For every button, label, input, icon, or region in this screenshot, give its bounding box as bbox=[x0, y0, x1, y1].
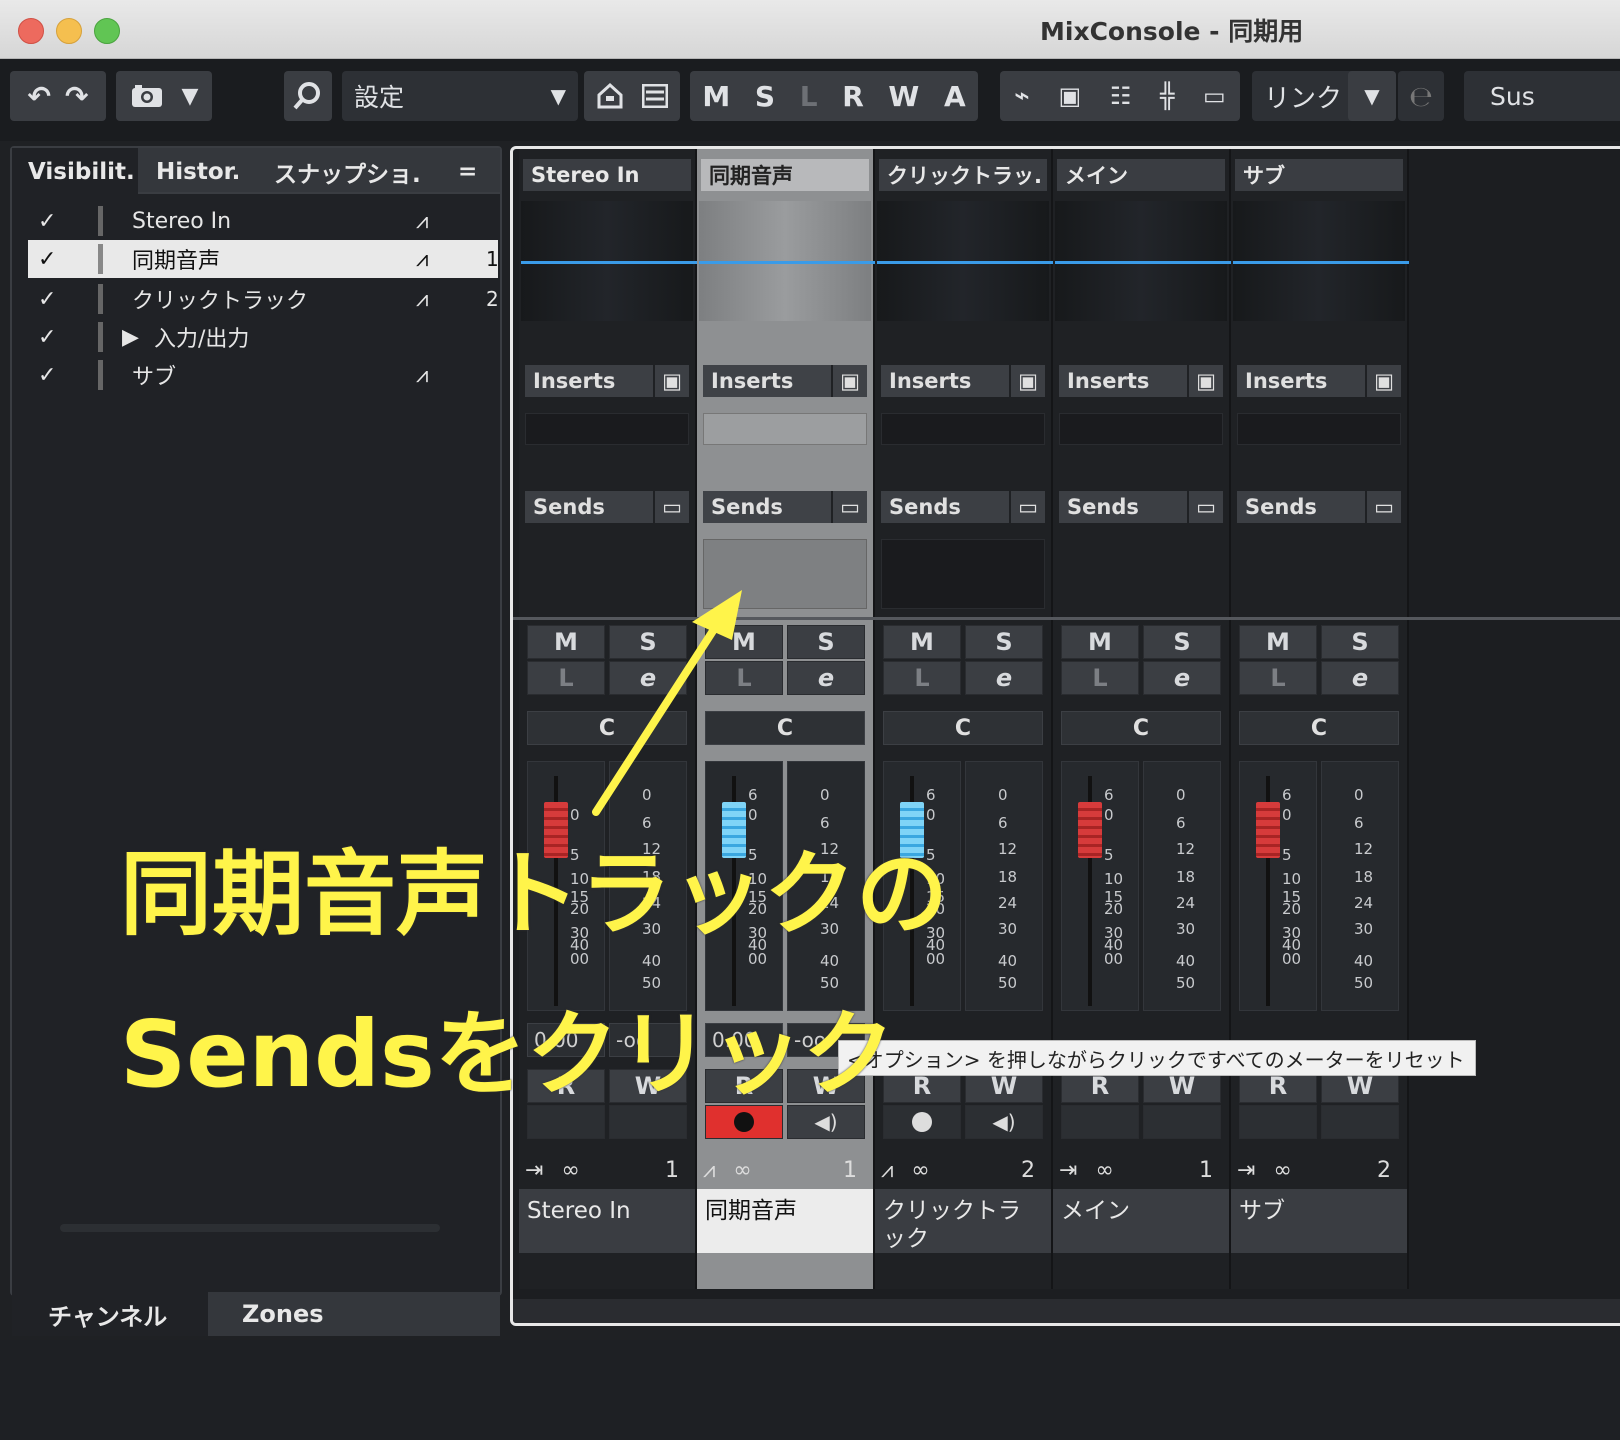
annotation-line-2: Sendsをクリック bbox=[120, 1001, 895, 1108]
annotation-line-1: 同期音声トラックの bbox=[120, 841, 949, 948]
annotation-arrow bbox=[592, 590, 742, 816]
